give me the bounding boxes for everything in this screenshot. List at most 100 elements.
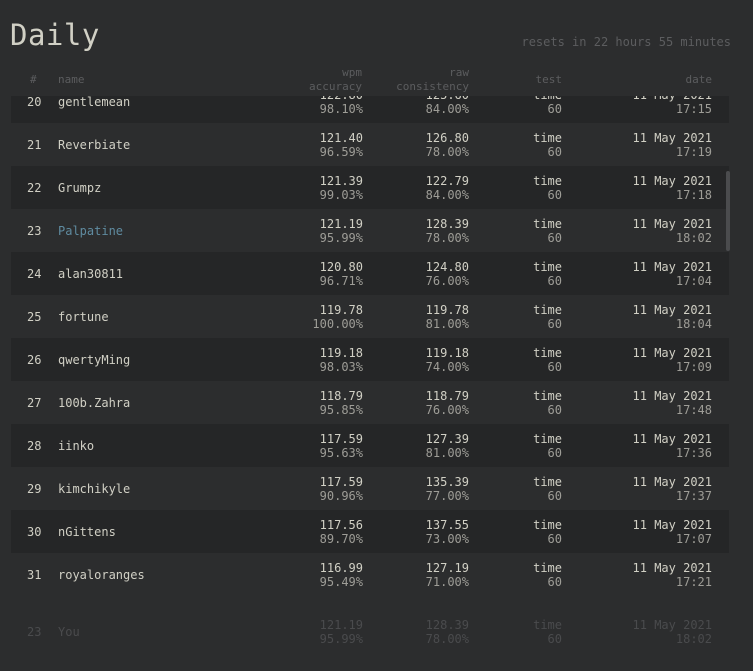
row-time: 18:02 [675,231,712,245]
table-row: 26 qwertyMing 119.18 98.03% 119.18 74.00% time… [11,338,729,381]
row-test-mode: time [533,561,562,575]
row-accuracy: 90.96% [319,489,363,503]
row-name[interactable]: nGittens [58,525,116,539]
row-date: 11 May 2021 [632,618,712,632]
row-accuracy: 95.85% [319,403,363,417]
row-consistency: 78.00% [425,632,469,646]
row-name-link[interactable]: Palpatine [58,224,123,238]
row-test-mode: time [533,518,562,532]
row-date: 11 May 2021 [632,217,712,231]
column-header-wpm: wpm accuracy [309,66,362,94]
row-date: 11 May 2021 [632,561,712,575]
column-header-accuracy-label: accuracy [309,80,362,93]
row-raw: 137.55 [425,518,469,532]
row-time: 17:48 [675,403,712,417]
row-test-mode: time [533,131,562,145]
row-wpm: 121.19 [319,217,363,231]
row-test-length: 60 [547,145,562,159]
row-wpm: 121.39 [319,174,363,188]
row-rank: 23 [27,224,42,238]
row-date: 11 May 2021 [632,475,712,489]
row-rank: 24 [27,267,42,281]
row-accuracy: 89.70% [319,532,363,546]
reset-timer: resets in 22 hours 55 minutes [521,35,731,49]
row-raw: 128.39 [425,217,469,231]
row-date: 11 May 2021 [632,260,712,274]
column-header-test: test [535,73,563,86]
row-test-mode: time [533,475,562,489]
row-consistency: 76.00% [425,274,469,288]
row-rank: 23 [27,625,42,639]
column-header-consistency-label: consistency [396,80,469,93]
row-time: 17:19 [675,145,712,159]
row-date: 11 May 2021 [632,432,712,446]
leaderboard-table[interactable]: 20gentlemean122.8098.10%125.6084.00%time… [11,96,729,606]
row-test-mode: time [533,346,562,360]
row-name[interactable]: Reverbiate [58,138,130,152]
row-raw: 124.80 [425,260,469,274]
row-consistency: 73.00% [425,532,469,546]
row-wpm: 117.59 [319,475,363,489]
row-rank: 25 [27,310,42,324]
leaderboard-rows: 20gentlemean122.8098.10%125.6084.00%time… [11,96,729,596]
row-name[interactable]: iinko [58,439,94,453]
row-date: 11 May 2021 [632,389,712,403]
row-time: 18:02 [675,632,712,646]
row-rank: 28 [27,439,42,453]
row-name[interactable]: qwertyMing [58,353,130,367]
row-date: 11 May 2021 [632,174,712,188]
row-wpm: 117.59 [319,432,363,446]
row-raw: 126.80 [425,131,469,145]
row-time: 17:37 [675,489,712,503]
column-header-date: date [685,73,713,86]
row-raw: 127.19 [425,561,469,575]
row-test-mode: time [533,389,562,403]
row-consistency: 77.00% [425,489,469,503]
row-test-mode: time [533,174,562,188]
row-consistency: 76.00% [425,403,469,417]
row-name: You [58,625,80,639]
row-date: 11 May 2021 [632,346,712,360]
row-test-length: 60 [547,632,562,646]
row-accuracy: 95.49% [319,575,363,589]
column-header-wpm-label: wpm [342,66,362,79]
row-date: 11 May 2021 [632,131,712,145]
row-time: 17:18 [675,188,712,202]
row-name[interactable]: gentlemean [58,96,130,109]
row-name[interactable]: Grumpz [58,181,101,195]
row-rank: 31 [27,568,42,582]
row-raw: 127.39 [425,432,469,446]
row-wpm: 121.19 [319,618,363,632]
row-test-length: 60 [547,575,562,589]
row-consistency: 81.00% [425,317,469,331]
table-row: 31 royaloranges 116.99 95.49% 127.19 71.00% ti… [11,553,729,596]
scrollbar-thumb[interactable] [726,171,730,251]
row-rank: 21 [27,138,42,152]
row-consistency: 84.00% [425,188,469,202]
row-rank: 27 [27,396,42,410]
row-test-mode: time [533,618,562,632]
row-accuracy: 100.00% [312,317,363,331]
row-name[interactable]: royaloranges [58,568,145,582]
row-name[interactable]: 100b.Zahra [58,396,130,410]
row-wpm: 116.99 [319,561,363,575]
row-raw: 122.79 [425,174,469,188]
row-name[interactable]: kimchikyle [58,482,130,496]
row-time: 17:09 [675,360,712,374]
row-test-length: 60 [547,489,562,503]
row-test-mode: time [533,217,562,231]
row-consistency: 74.00% [425,360,469,374]
row-wpm: 120.80 [319,260,363,274]
row-consistency: 71.00% [425,575,469,589]
row-test-length: 60 [547,231,562,245]
row-test-mode: time [533,260,562,274]
table-row: 22 Grumpz 121.39 99.03% 122.79 84.00% time 60 11… [11,166,729,209]
row-test-mode: time [533,432,562,446]
column-header-raw-label: raw [449,66,469,79]
table-row: 29 kimchikyle 117.59 90.96% 135.39 77.00% time… [11,467,729,510]
row-name[interactable]: alan30811 [58,267,123,281]
row-test-length: 60 [547,360,562,374]
row-name[interactable]: fortune [58,310,109,324]
table-row: 20gentlemean122.8098.10%125.6084.00%time… [11,96,729,123]
row-consistency: 78.00% [425,231,469,245]
